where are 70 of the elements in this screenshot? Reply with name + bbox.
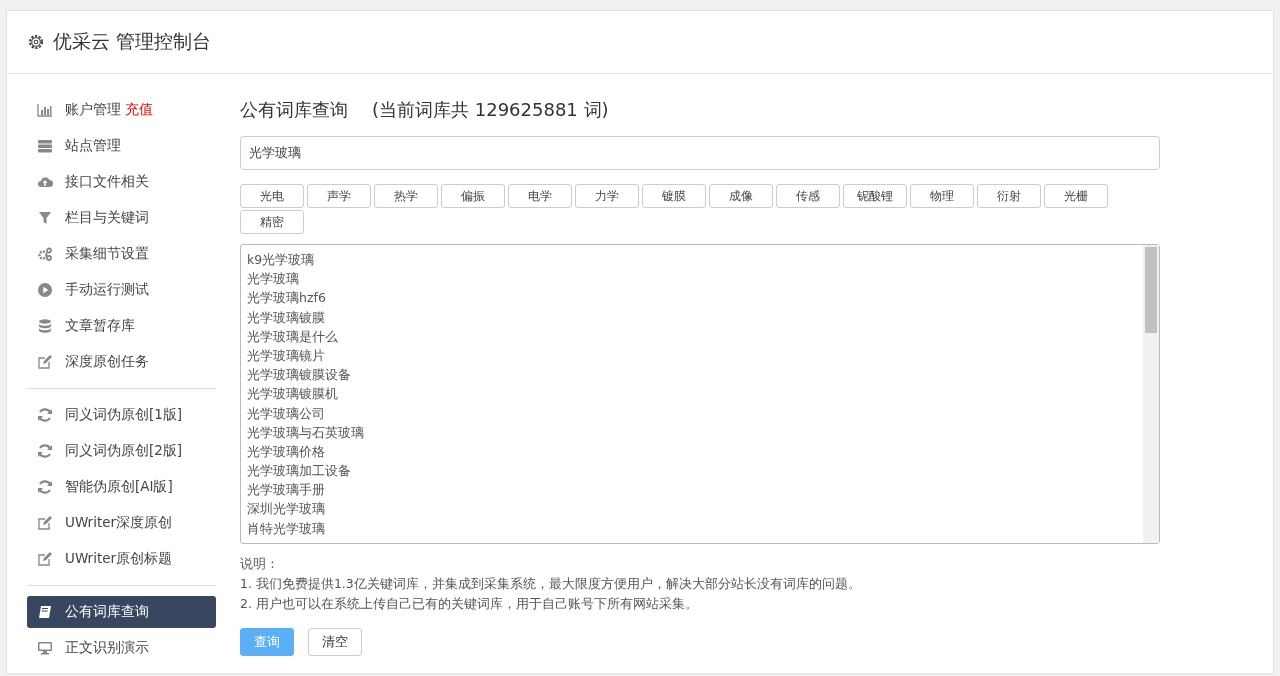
tag-button[interactable]: 声学 <box>307 184 371 208</box>
play-icon <box>37 282 53 298</box>
refresh-icon <box>37 479 53 495</box>
sidebar-item[interactable]: UWriter原创标题 <box>27 543 216 575</box>
tag-button[interactable]: 成像 <box>709 184 773 208</box>
sidebar-item[interactable]: 手动运行测试 <box>27 274 216 306</box>
note-text: 1. 我们免费提供1.3亿关键词库，并集成到采集系统，最大限度方便用户，解决大部分站长没有词库的问题。 <box>240 575 862 593</box>
gears-icon <box>37 246 53 262</box>
tag-button[interactable]: 光电 <box>240 184 304 208</box>
sidebar-item[interactable]: 站点管理 <box>27 130 216 162</box>
result-item[interactable]: 光学玻璃手册 <box>247 480 1137 500</box>
sidebar-item[interactable]: UWriter深度原创 <box>27 507 216 539</box>
sidebar-item[interactable]: 同义词伪原创[1版] <box>27 399 216 431</box>
sidebar-item[interactable]: 接口文件相关 <box>27 166 216 198</box>
tag-button[interactable]: 镀膜 <box>642 184 706 208</box>
bar-chart-icon <box>37 102 53 118</box>
tag-button[interactable]: 铌酸锂 <box>843 184 907 208</box>
result-item[interactable]: 光学玻璃公司 <box>247 403 1137 423</box>
edit-icon <box>37 515 53 531</box>
sidebar-item[interactable]: 正文识别演示 <box>27 632 216 664</box>
tag-button[interactable]: 光栅 <box>1044 184 1108 208</box>
result-item[interactable]: 光学玻璃镀膜设备 <box>247 365 1137 385</box>
refresh-icon <box>37 443 53 459</box>
result-item[interactable]: 光学玻璃hzf6 <box>247 288 1137 308</box>
edit-icon <box>37 551 53 567</box>
tag-button[interactable]: 偏振 <box>441 184 505 208</box>
tag-button[interactable]: 热学 <box>374 184 438 208</box>
result-item[interactable]: 肖特光学玻璃 <box>247 518 1137 538</box>
word-count: (当前词库共 129625881 词) <box>372 98 609 122</box>
result-item[interactable]: 光学玻璃镜片 <box>247 345 1137 366</box>
result-item[interactable]: 深圳光学玻璃 <box>247 499 1137 519</box>
page-title: 公有词库查询 <box>240 98 348 122</box>
search-field[interactable]: 光学玻璃 <box>240 136 1160 170</box>
database-icon <box>37 318 53 334</box>
sidebar-item[interactable]: 栏目与关键词 <box>27 202 216 234</box>
book-icon <box>37 604 53 620</box>
result-item[interactable]: 光学玻璃镀膜机 <box>247 384 1137 404</box>
sidebar-item[interactable]: 公有词库查询 <box>27 596 216 628</box>
result-item[interactable]: 光学玻璃是什么 <box>247 326 1137 346</box>
scrollbar[interactable] <box>1143 245 1159 543</box>
sidebar-item[interactable]: 同义词伪原创[2版] <box>27 435 216 467</box>
result-item[interactable]: 光学玻璃镀膜 <box>247 307 1137 327</box>
sidebar-item[interactable]: 采集细节设置 <box>27 238 216 270</box>
tag-button[interactable]: 电学 <box>508 184 572 208</box>
sidebar-item[interactable]: 深度原创任务 <box>27 346 216 378</box>
server-icon <box>37 138 53 154</box>
filter-icon <box>37 210 53 226</box>
tag-button[interactable]: 精密 <box>240 210 304 234</box>
notes-heading: 说明： <box>240 555 280 573</box>
tag-button[interactable]: 物理 <box>910 184 974 208</box>
clear-button[interactable]: 清空 <box>308 628 362 656</box>
tag-button[interactable]: 力学 <box>575 184 639 208</box>
result-item[interactable]: 光学玻璃与石英玻璃 <box>247 422 1137 442</box>
tag-button[interactable]: 传感 <box>776 184 840 208</box>
note-text: 2. 用户也可以在系统上传自己已有的关键词库，用于自己账号下所有网站采集。 <box>240 595 699 613</box>
refresh-icon <box>37 407 53 423</box>
result-list[interactable]: k9光学玻璃 光学玻璃 光学玻璃hzf6 光学玻璃镀膜 光学玻璃是什么 光学玻璃镜片 光学玻璃镀膜设备 光学玻璃镀膜机 光学玻璃公司 光学玻璃与石英玻璃 光学玻璃价格 光学玻璃加工设备 光学玻璃手册 深圳光学玻璃 肖特光学玻璃 <box>240 244 1160 544</box>
tag-button[interactable]: 衍射 <box>977 184 1041 208</box>
sidebar-item[interactable]: 文章暂存库 <box>27 310 216 342</box>
result-item[interactable]: 光学玻璃加工设备 <box>247 461 1137 481</box>
cloud-upload-icon <box>37 174 53 190</box>
settings-icon <box>27 33 45 51</box>
result-item[interactable]: 光学玻璃 <box>247 269 1137 289</box>
monitor-icon <box>37 640 53 656</box>
sidebar-item[interactable]: 智能伪原创[AI版] <box>27 471 216 503</box>
result-item[interactable]: 光学玻璃价格 <box>247 441 1137 462</box>
console-title: 优采云 管理控制台 <box>53 29 212 54</box>
result-item[interactable]: k9光学玻璃 <box>247 250 1137 270</box>
sidebar-item[interactable]: 账户管理 充值 <box>27 94 216 126</box>
edit-icon <box>37 354 53 370</box>
